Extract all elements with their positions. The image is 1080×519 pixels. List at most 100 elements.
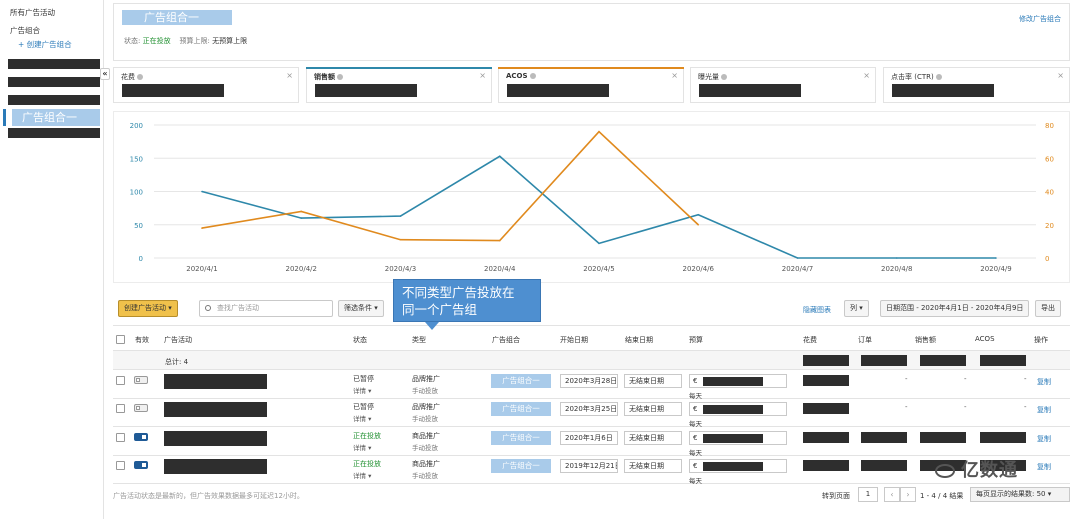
close-icon[interactable]: × <box>286 71 293 80</box>
col-group[interactable]: 广告组合 <box>492 335 520 345</box>
status-row: 状态: 正在投放 预算上限: 无预算上限 <box>124 36 247 46</box>
close-icon[interactable]: × <box>479 71 486 80</box>
export-button[interactable]: 导出 <box>1035 300 1061 317</box>
col-start-date[interactable]: 开始日期 <box>560 335 588 345</box>
row-checkbox[interactable] <box>116 433 125 442</box>
sidebar-item-redacted-3[interactable] <box>8 95 100 105</box>
sidebar-item-redacted-2[interactable] <box>8 77 100 87</box>
details-dropdown[interactable]: 详情 ▾ <box>353 470 371 480</box>
select-all-checkbox[interactable] <box>116 335 125 344</box>
total-orders-redacted <box>861 355 907 366</box>
create-campaign-button[interactable]: 创建广告活动 ▾ <box>118 300 178 317</box>
columns-button[interactable]: 列 ▾ <box>844 300 869 317</box>
col-end-date[interactable]: 结束日期 <box>625 335 653 345</box>
col-status[interactable]: 状态 <box>353 335 367 345</box>
copy-link[interactable]: 复制 <box>1037 434 1051 444</box>
metric-card-impressions[interactable]: 曝光量 × <box>690 67 876 103</box>
campaign-name-redacted[interactable] <box>164 402 267 417</box>
sidebar-item-redacted-4[interactable] <box>8 128 100 138</box>
enable-toggle[interactable] <box>134 461 148 469</box>
row-checkbox[interactable] <box>116 461 125 470</box>
start-date-field[interactable]: 2019年12月21日 <box>560 459 618 473</box>
end-date-field[interactable]: 无结束日期 <box>624 431 682 445</box>
sidebar-all-campaigns[interactable]: 所有广告活动 <box>10 7 55 18</box>
search-input[interactable]: 查找广告活动 <box>199 300 333 317</box>
col-orders[interactable]: 订单 <box>858 335 872 345</box>
sidebar: 所有广告活动 广告组合 + 创建广告组合 广告组合一 <box>0 0 104 519</box>
date-range-button[interactable]: 日期范围 - 2020年4月1日 - 2020年4月9日 <box>880 300 1030 317</box>
col-campaign[interactable]: 广告活动 <box>164 335 192 345</box>
col-sales[interactable]: 销售额 <box>915 335 936 345</box>
data-point <box>498 239 501 242</box>
col-acos[interactable]: ACOS <box>975 335 995 343</box>
copy-link[interactable]: 复制 <box>1037 462 1051 472</box>
metric-series-indicator <box>306 67 492 69</box>
group-tag[interactable]: 广告组合一 <box>491 431 551 445</box>
prev-page-button[interactable]: ‹ <box>884 487 900 502</box>
acos-value: - <box>1024 375 1027 383</box>
budget-input[interactable]: € <box>689 402 787 416</box>
col-spend[interactable]: 花费 <box>803 335 817 345</box>
copy-link[interactable]: 复制 <box>1037 377 1051 387</box>
metric-value-redacted <box>892 84 994 97</box>
enable-toggle[interactable] <box>134 404 148 412</box>
budget-input[interactable]: € <box>689 374 787 388</box>
details-dropdown[interactable]: 详情 ▾ <box>353 442 371 452</box>
collapse-sidebar-button[interactable]: « <box>100 68 110 80</box>
close-icon[interactable]: × <box>671 71 678 80</box>
col-type[interactable]: 类型 <box>412 335 426 345</box>
page-number-input[interactable]: 1 <box>858 487 878 502</box>
total-spend-redacted <box>803 355 849 366</box>
page-title: 广告组合一 <box>122 10 232 25</box>
ad-type: 品牌推广 <box>412 375 440 383</box>
campaign-name-redacted[interactable] <box>164 431 267 446</box>
details-dropdown[interactable]: 详情 ▾ <box>353 413 371 423</box>
budget-input[interactable]: € <box>689 431 787 445</box>
end-date-field[interactable]: 无结束日期 <box>624 374 682 388</box>
edit-group-link[interactable]: 修改广告组合 <box>1019 14 1061 24</box>
row-checkbox[interactable] <box>116 376 125 385</box>
group-tag[interactable]: 广告组合一 <box>491 459 551 473</box>
metric-card-sales[interactable]: 销售额 × <box>306 67 492 103</box>
end-date-field[interactable]: 无结束日期 <box>624 459 682 473</box>
table-row: 已暂停 详情 ▾ 品牌推广 手动投放 广告组合一 2020年3月28日 无结束日期 € 每天 - -… <box>113 371 1070 400</box>
enable-toggle[interactable] <box>134 433 148 441</box>
col-budget[interactable]: 预算 <box>689 335 703 345</box>
start-date-field[interactable]: 2020年1月6日 <box>560 431 618 445</box>
filter-button[interactable]: 筛选条件 ▾ <box>338 300 384 317</box>
table-header: 有效 广告活动 状态 类型 广告组合 开始日期 结束日期 预算 花费 订单 销售… <box>113 325 1070 351</box>
copy-link[interactable]: 复制 <box>1037 405 1051 415</box>
metric-card-spend[interactable]: 花费 × <box>113 67 299 103</box>
search-icon <box>205 305 211 311</box>
start-date-field[interactable]: 2020年3月28日 <box>560 374 618 388</box>
sidebar-item-active-group[interactable]: 广告组合一 <box>3 109 100 126</box>
metric-card-ctr[interactable]: 点击率 (CTR) × <box>883 67 1070 103</box>
sidebar-ad-groups[interactable]: 广告组合 <box>10 25 40 36</box>
next-page-button[interactable]: › <box>900 487 916 502</box>
row-checkbox[interactable] <box>116 404 125 413</box>
group-tag[interactable]: 广告组合一 <box>491 402 551 416</box>
campaign-name-redacted[interactable] <box>164 459 267 474</box>
details-dropdown[interactable]: 详情 ▾ <box>353 385 371 395</box>
start-date-field[interactable]: 2020年3月25日 <box>560 402 618 416</box>
y-left-tick-label: 0 <box>139 255 143 263</box>
sidebar-item-redacted-1[interactable] <box>8 59 100 69</box>
toggle-knob <box>142 463 146 467</box>
enable-toggle[interactable] <box>134 376 148 384</box>
col-active[interactable]: 有效 <box>135 335 149 345</box>
end-date-field[interactable]: 无结束日期 <box>624 402 682 416</box>
data-point <box>300 217 303 219</box>
close-icon[interactable]: × <box>863 71 870 80</box>
ad-type: 商品推广 <box>412 432 440 440</box>
metric-card-acos[interactable]: ACOS × <box>498 67 684 103</box>
campaign-name-redacted[interactable] <box>164 374 267 389</box>
hide-chart-link[interactable]: 隐藏图表 <box>803 305 831 315</box>
budget-value-redacted <box>703 434 763 443</box>
per-page-select[interactable]: 每页显示的结果数: 50 ▾ <box>970 487 1070 502</box>
close-icon[interactable]: × <box>1057 71 1064 80</box>
data-point <box>895 257 898 259</box>
group-tag[interactable]: 广告组合一 <box>491 374 551 388</box>
budget-input[interactable]: € <box>689 459 787 473</box>
sidebar-create-group-link[interactable]: + 创建广告组合 <box>18 39 72 50</box>
x-tick-label: 2020/4/1 <box>186 265 217 273</box>
